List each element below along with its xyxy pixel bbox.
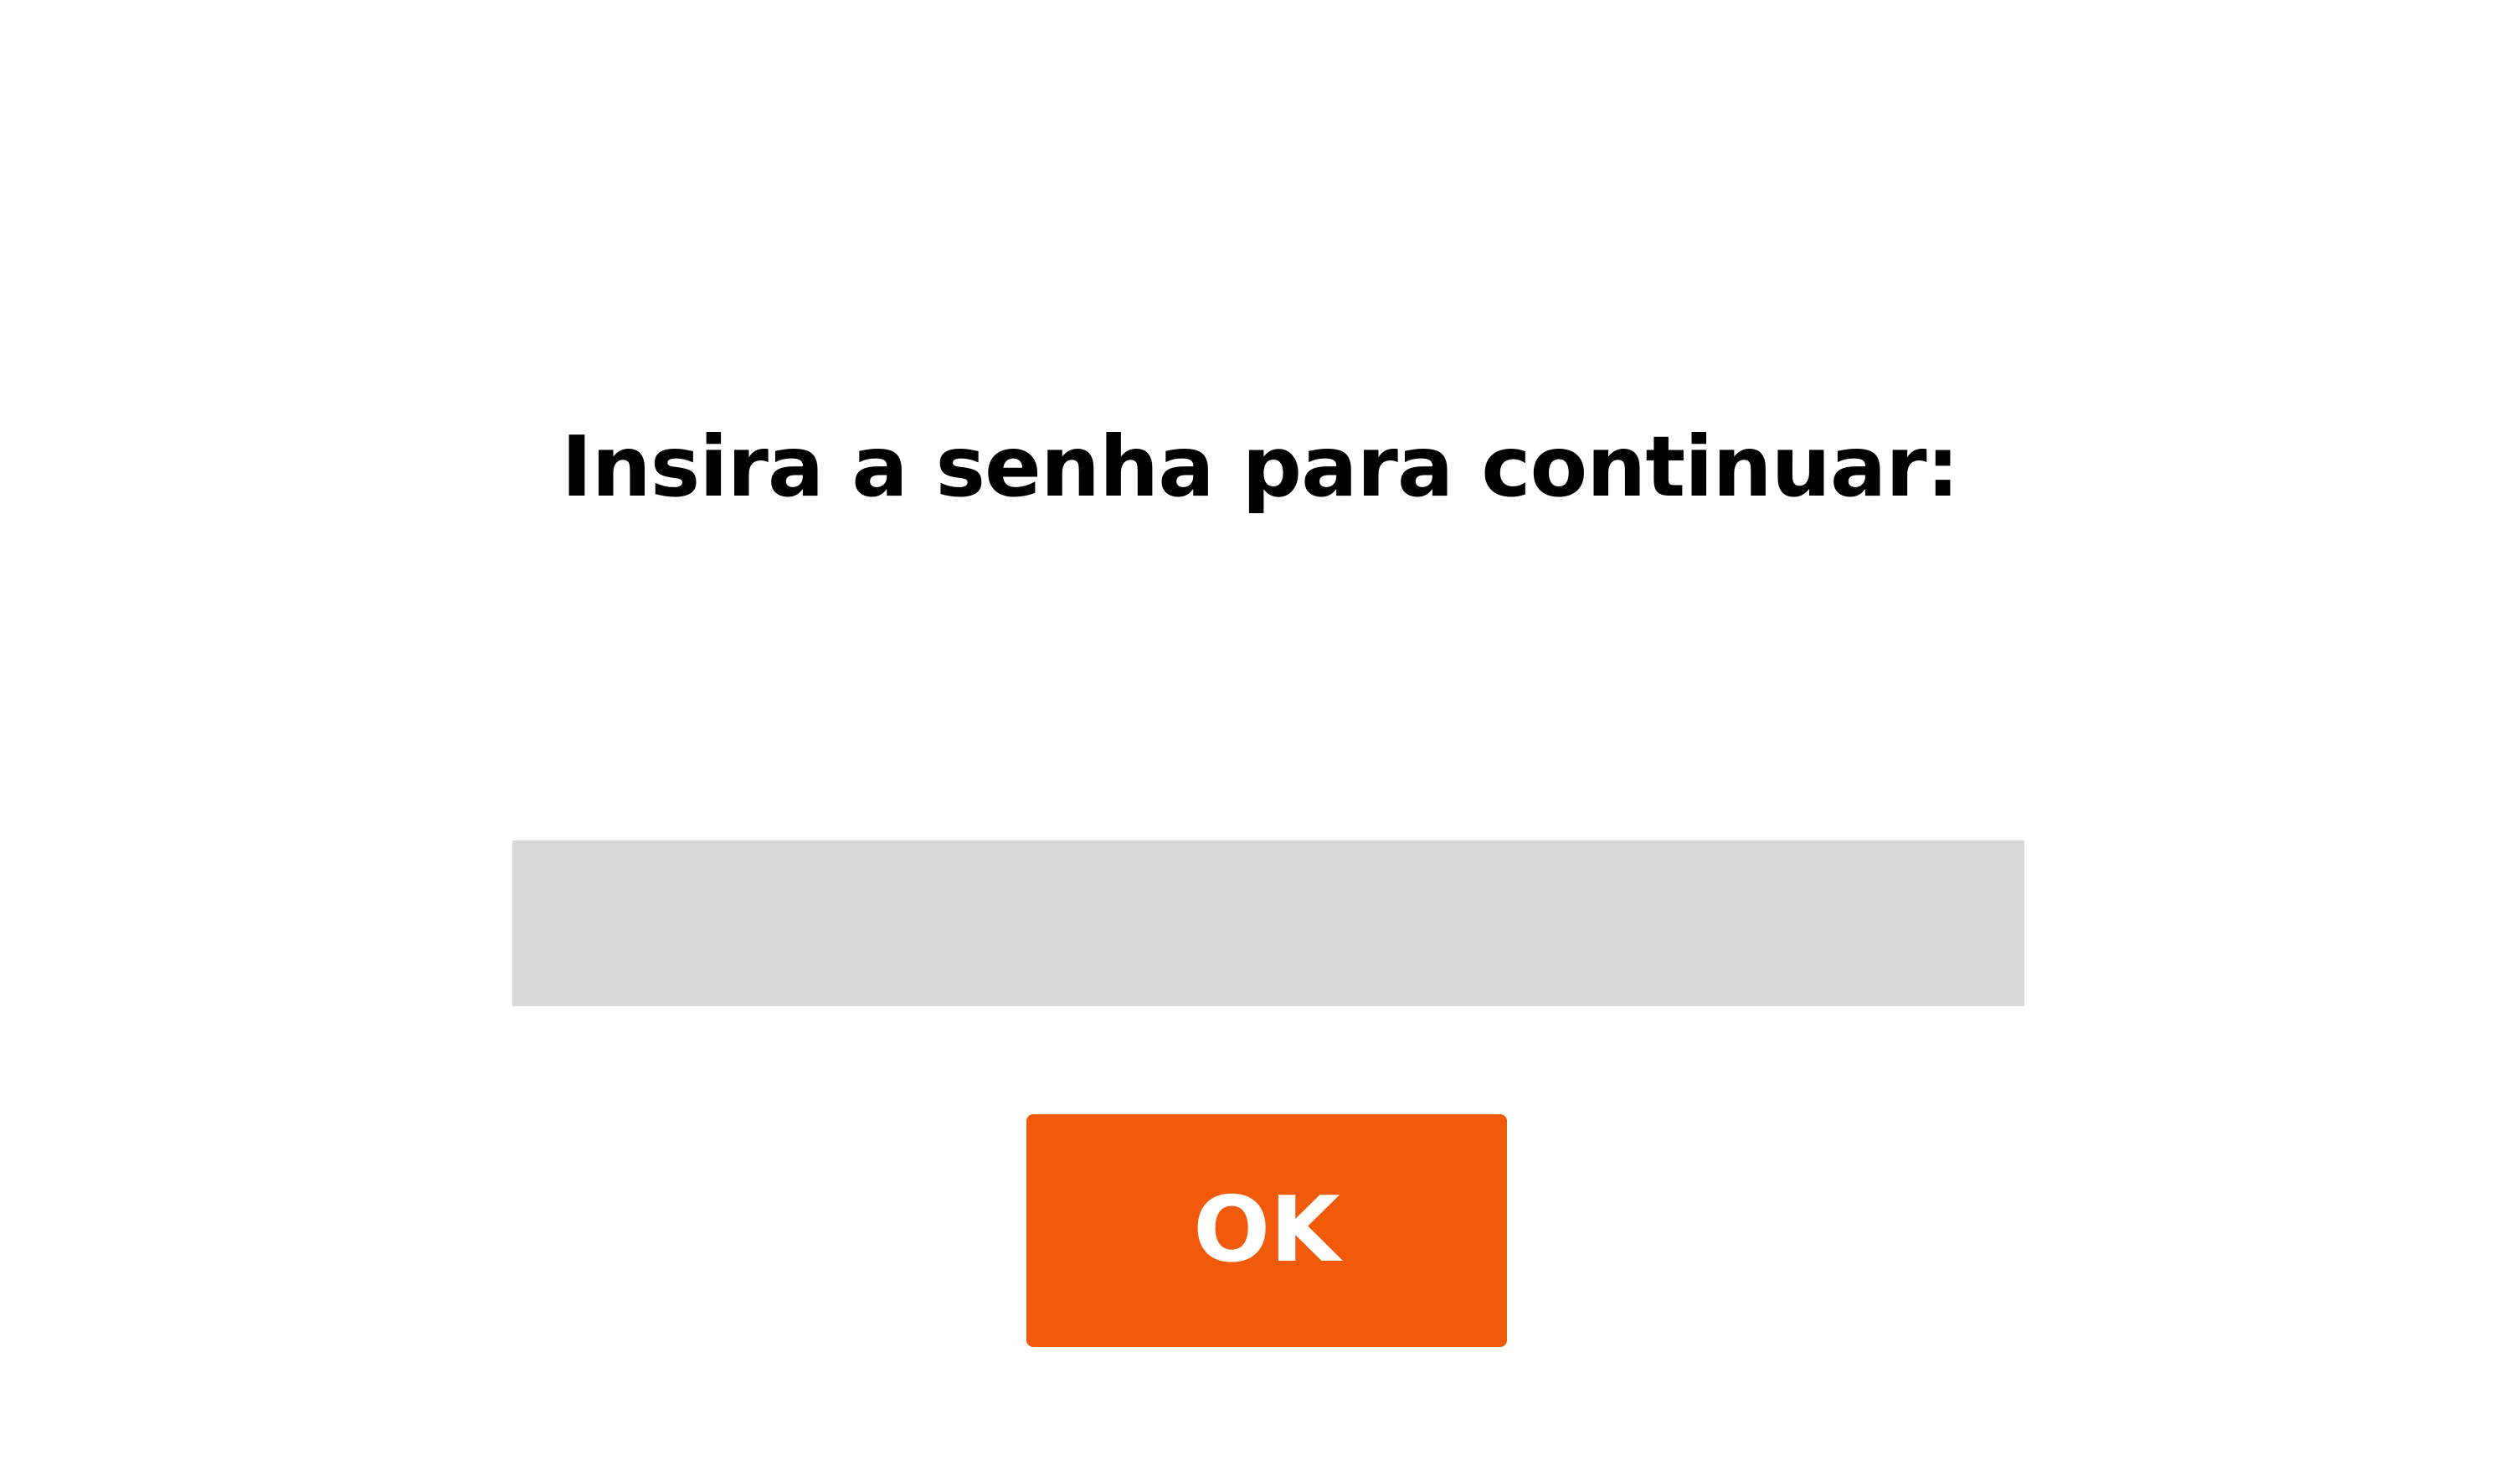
password-prompt-title: Insira a senha para continuar: xyxy=(561,418,1959,516)
password-input[interactable] xyxy=(512,840,2024,1006)
ok-button[interactable]: OK xyxy=(1026,1114,1507,1347)
